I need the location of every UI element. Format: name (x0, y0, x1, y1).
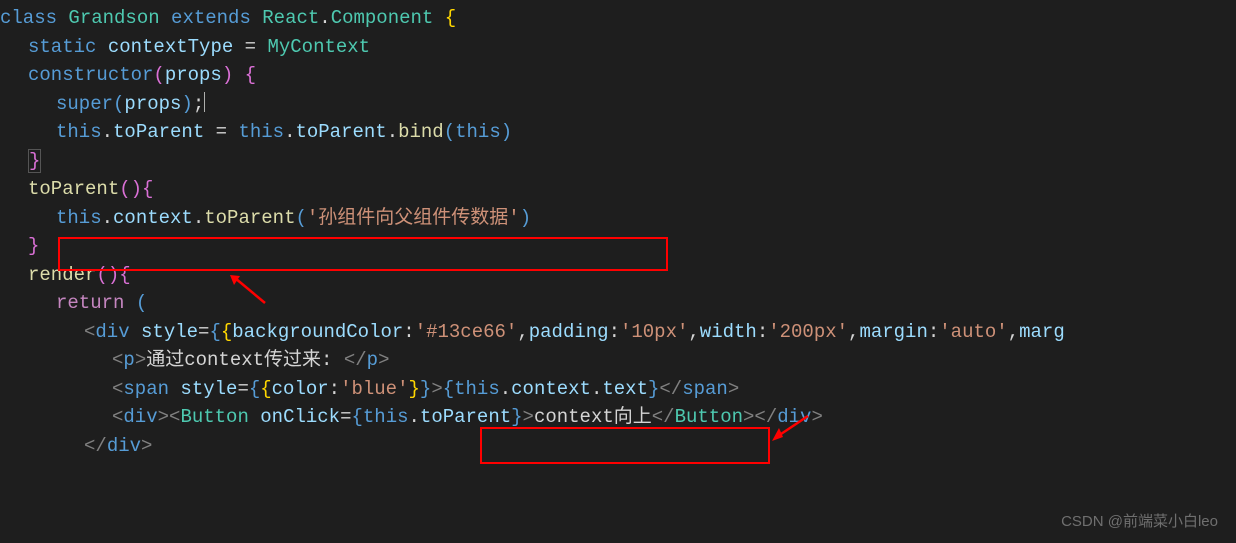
code-line-2: static contextType = MyContext (0, 33, 1236, 62)
prop-toparent: toParent (113, 121, 204, 143)
css-color: color (272, 378, 329, 400)
param-props: props (165, 64, 222, 86)
css-margin: margin (859, 321, 927, 343)
param-props: props (124, 93, 181, 115)
keyword-this: this (455, 121, 501, 143)
code-line-9: } (0, 232, 1236, 261)
method-toparent: toParent (28, 178, 119, 200)
code-line-10: render(){ (0, 261, 1236, 290)
class-name: Grandson (68, 7, 159, 29)
keyword-this: this (363, 406, 409, 428)
code-line-11: return ( (0, 289, 1236, 318)
keyword-return: return (56, 292, 124, 314)
keyword-class: class (0, 7, 57, 29)
code-line-6: } (0, 147, 1236, 176)
code-line-13: <p>通过context传过来: </p> (0, 346, 1236, 375)
method-toparent: toParent (204, 207, 295, 229)
code-line-3: constructor(props) { (0, 61, 1236, 90)
text-cursor (204, 92, 205, 112)
css-width: width (700, 321, 757, 343)
method-bind: bind (398, 121, 444, 143)
code-line-4: super(props); (0, 90, 1236, 119)
prop-context: context (511, 378, 591, 400)
attr-style: style (141, 321, 198, 343)
tag-button: Button (180, 406, 248, 428)
code-line-7: toParent(){ (0, 175, 1236, 204)
code-line-5: this.toParent = this.toParent.bind(this) (0, 118, 1236, 147)
tag-div: div (107, 435, 141, 457)
css-padding: padding (529, 321, 609, 343)
tag-span: span (123, 378, 169, 400)
text-content: context向上 (534, 406, 652, 428)
keyword-this: this (238, 121, 284, 143)
keyword-extends: extends (171, 7, 251, 29)
attr-style: style (180, 378, 237, 400)
watermark: CSDN @前端菜小白leo (1061, 511, 1218, 534)
keyword-constructor: constructor (28, 64, 153, 86)
react-type: React (262, 7, 319, 29)
css-bgcolor: backgroundColor (232, 321, 403, 343)
keyword-static: static (28, 36, 96, 58)
code-line-12: <div style={{backgroundColor:'#13ce66',p… (0, 318, 1236, 347)
css-marg: marg (1019, 321, 1065, 343)
prop-text: text (602, 378, 648, 400)
keyword-this: this (56, 121, 102, 143)
code-line-15: <div><Button onClick={this.toParent}>con… (0, 403, 1236, 432)
code-line-8: this.context.toParent('孙组件向父组件传数据') (0, 204, 1236, 233)
method-render: render (28, 264, 96, 286)
code-line-1: class Grandson extends React.Component { (0, 4, 1236, 33)
prop-toparent: toParent (420, 406, 511, 428)
code-editor[interactable]: class Grandson extends React.Component {… (0, 4, 1236, 460)
mycontext-type: MyContext (267, 36, 370, 58)
attr-onclick: onClick (260, 406, 340, 428)
component-type: Component (331, 7, 434, 29)
prop-toparent: toParent (295, 121, 386, 143)
code-line-14: <span style={{color:'blue'}}>{this.conte… (0, 375, 1236, 404)
keyword-this: this (56, 207, 102, 229)
prop-context: context (113, 207, 193, 229)
tag-div: div (95, 321, 129, 343)
code-line-16: </div> (0, 432, 1236, 461)
keyword-super: super (56, 93, 113, 115)
string-literal: '孙组件向父组件传数据' (307, 207, 520, 229)
text-content: 通过context传过来: (146, 349, 344, 371)
tag-p: p (123, 349, 134, 371)
keyword-this: this (454, 378, 500, 400)
var-contexttype: contextType (108, 36, 233, 58)
tag-div: div (123, 406, 157, 428)
